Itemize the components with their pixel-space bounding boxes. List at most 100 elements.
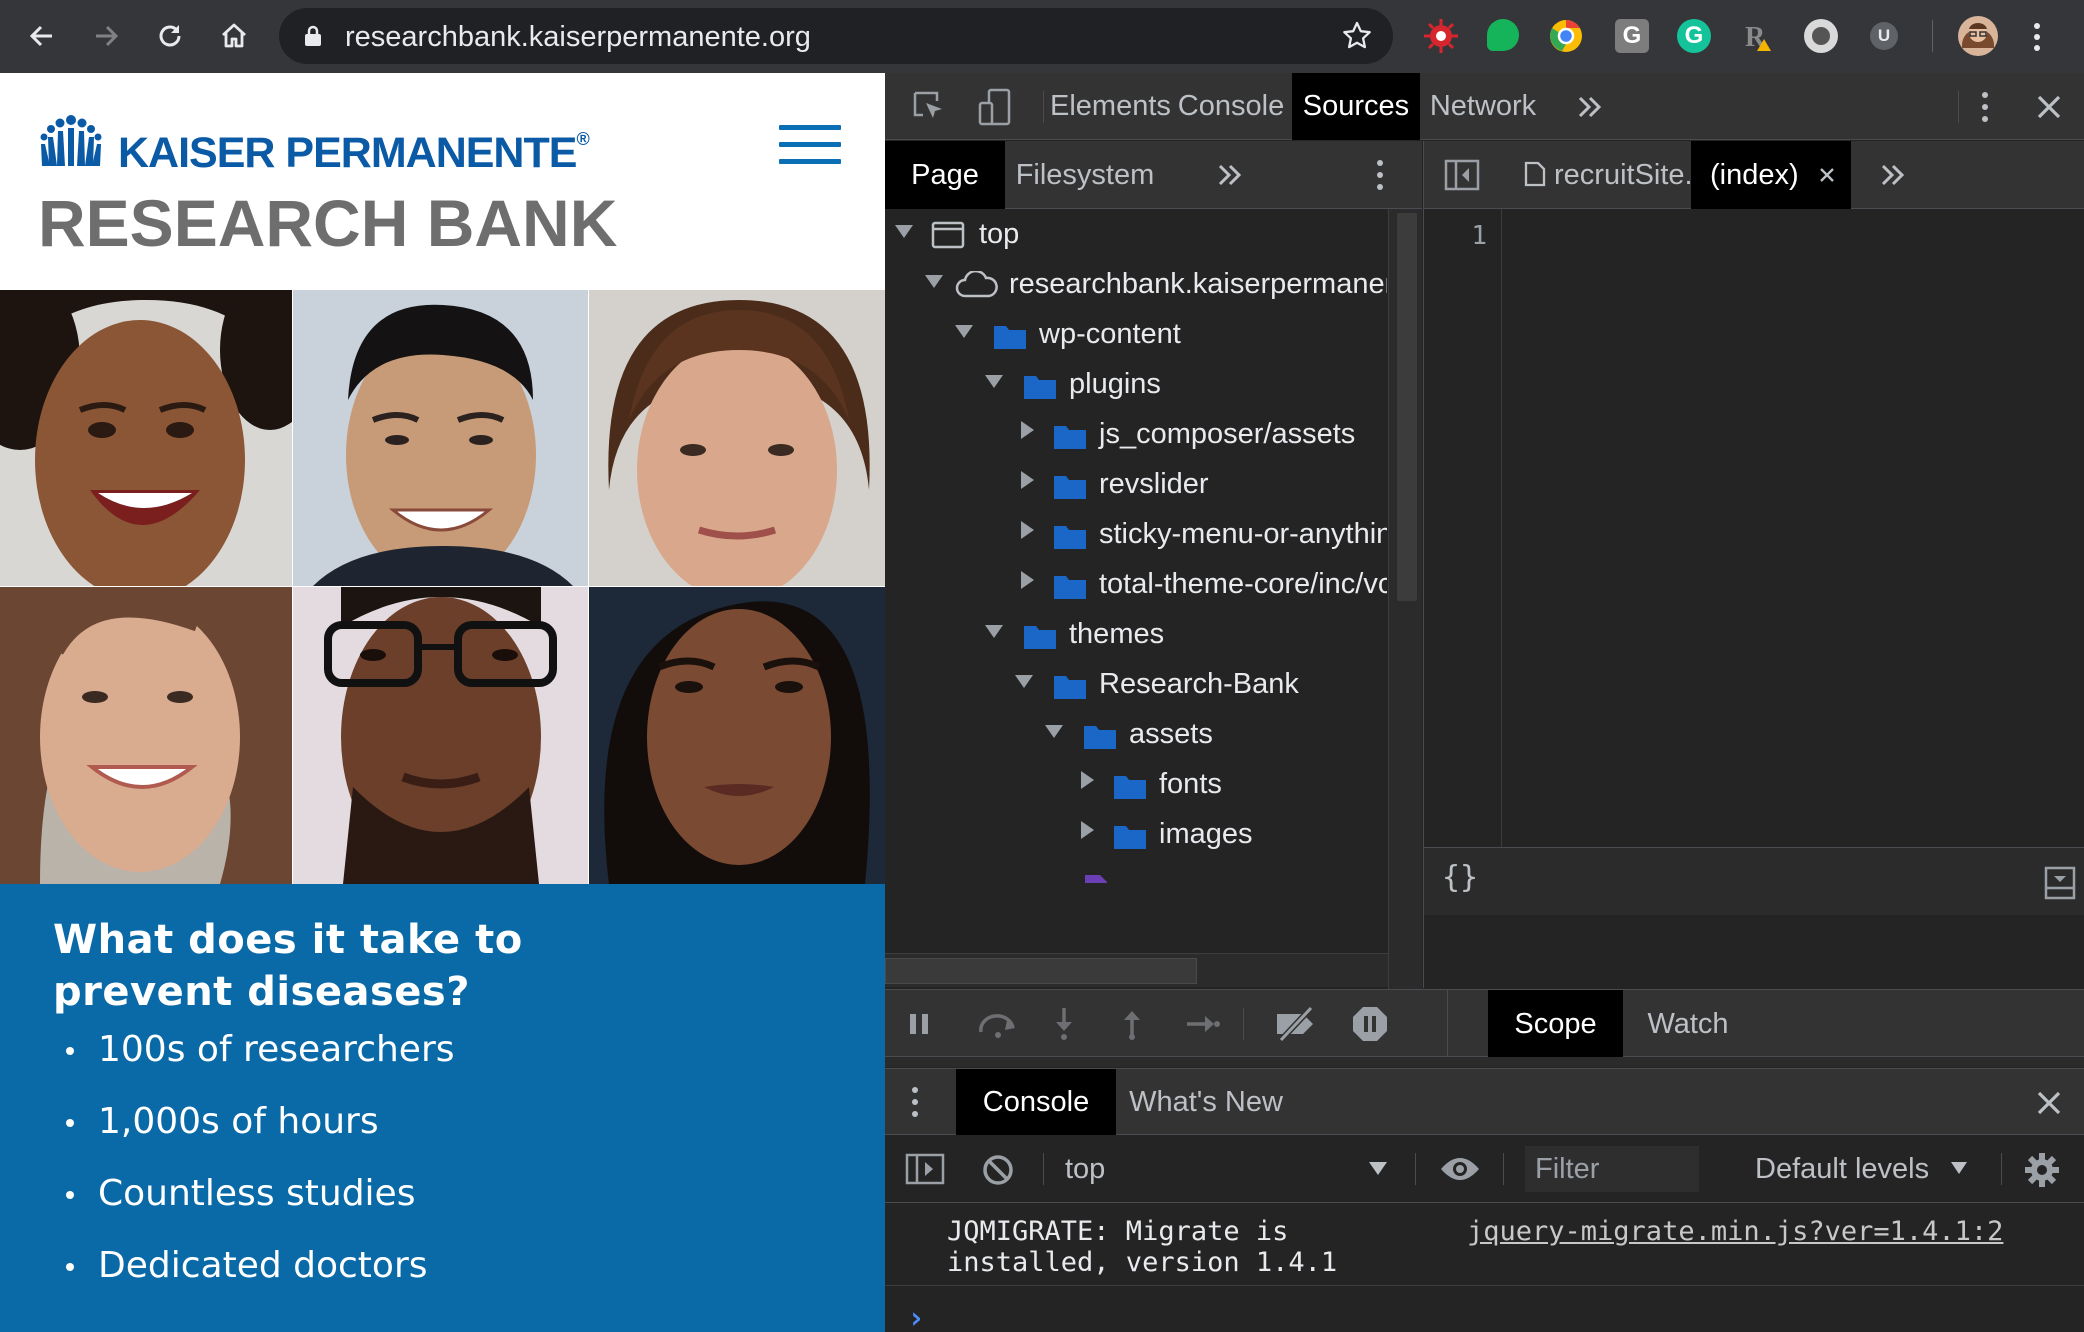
- kaiser-logo-icon[interactable]: [38, 113, 104, 169]
- tab-elements[interactable]: Elements: [1050, 73, 1171, 140]
- tab-filesystem[interactable]: Filesystem: [1005, 141, 1165, 209]
- collapse-arrow-icon[interactable]: [1021, 421, 1034, 439]
- clear-console-icon[interactable]: [981, 1153, 1015, 1187]
- step-icon[interactable]: [1185, 1010, 1221, 1038]
- navigator-menu-icon[interactable]: [1374, 158, 1386, 192]
- collapse-arrow-icon[interactable]: [1021, 471, 1034, 489]
- eye-icon[interactable]: [1439, 1155, 1481, 1183]
- drawer-menu-icon[interactable]: [909, 1085, 921, 1119]
- collapse-arrow-icon[interactable]: [1081, 771, 1094, 789]
- u-extension-icon[interactable]: U: [1870, 22, 1898, 50]
- tree-item-domain[interactable]: researchbank.kaiserpermanente.org: [885, 259, 1387, 309]
- console-message-text: JQMIGRATE: Migrate is installed, version…: [947, 1216, 1338, 1278]
- reload-button[interactable]: [146, 12, 194, 60]
- brand-name[interactable]: KAISER PERMANENTE®: [118, 129, 590, 178]
- toggle-navigator-icon[interactable]: [1444, 159, 1480, 191]
- tree-item-folder[interactable]: assets: [885, 709, 1387, 759]
- ublock-extension-icon[interactable]: [1422, 17, 1460, 55]
- warning-extension-icon[interactable]: R: [1742, 19, 1776, 53]
- console-sidebar-icon[interactable]: [905, 1153, 945, 1185]
- chrome-color-extension-icon[interactable]: [1549, 19, 1583, 53]
- expand-arrow-icon[interactable]: [925, 275, 943, 288]
- log-levels-dropdown[interactable]: Default levels: [1755, 1135, 1929, 1203]
- editor-tab-index[interactable]: (index): [1691, 141, 1851, 209]
- console-filter-input[interactable]: Filter: [1525, 1146, 1699, 1192]
- scrollbar-thumb[interactable]: [885, 958, 1197, 984]
- bookmark-star-icon[interactable]: [1341, 20, 1373, 52]
- tree-item-folder[interactable]: revslider: [885, 459, 1387, 509]
- tree-item-folder[interactable]: images: [885, 809, 1387, 859]
- file-tree-hscrollbar[interactable]: [885, 953, 1388, 987]
- inspect-element-icon[interactable]: [911, 89, 947, 125]
- editor-tab-recruitsite[interactable]: recruitSite.js: [1554, 141, 1714, 209]
- close-tab-icon[interactable]: [1819, 167, 1835, 183]
- dropdown-arrow-icon[interactable]: [1369, 1162, 1387, 1175]
- circle-extension-icon[interactable]: [1804, 19, 1838, 53]
- site-title[interactable]: RESEARCH BANK: [38, 185, 617, 261]
- gear-icon[interactable]: [2023, 1151, 2061, 1189]
- step-into-icon[interactable]: [1051, 1006, 1077, 1042]
- pretty-print-button[interactable]: {}: [1442, 860, 1478, 895]
- drawer-tab-whats-new[interactable]: What's New: [1116, 1069, 1296, 1136]
- expand-arrow-icon[interactable]: [985, 625, 1003, 638]
- tree-item-folder[interactable]: Research-Bank: [885, 659, 1387, 709]
- tree-item-top[interactable]: top: [885, 209, 1387, 259]
- step-out-icon[interactable]: [1119, 1006, 1145, 1042]
- forward-button[interactable]: [82, 12, 130, 60]
- expand-arrow-icon[interactable]: [895, 225, 913, 238]
- step-over-icon[interactable]: [977, 1008, 1021, 1040]
- dropdown-arrow-icon[interactable]: [1951, 1162, 1967, 1174]
- more-tabs-chevron-icon[interactable]: [1880, 163, 1906, 187]
- console-prompt[interactable]: ›: [907, 1301, 925, 1332]
- collapse-arrow-icon[interactable]: [1081, 821, 1094, 839]
- home-button[interactable]: [210, 12, 258, 60]
- tree-label: revslider: [1099, 468, 1209, 500]
- address-bar[interactable]: researchbank.kaiserpermanente.org: [279, 8, 1393, 64]
- grammarly-extension-icon[interactable]: G: [1677, 19, 1711, 53]
- tree-item-file-partial[interactable]: [885, 859, 1387, 883]
- devtools-menu-icon[interactable]: [1979, 90, 1991, 124]
- console-source-link[interactable]: jquery-migrate.min.js?ver=1.4.1:2: [1467, 1216, 2003, 1247]
- profile-avatar[interactable]: [1957, 15, 1999, 57]
- tree-item-folder[interactable]: js_composer/assets: [885, 409, 1387, 459]
- tree-item-folder[interactable]: plugins: [885, 359, 1387, 409]
- pause-on-exceptions-icon[interactable]: [1351, 1005, 1389, 1043]
- tree-item-folder[interactable]: wp-content: [885, 309, 1387, 359]
- pause-icon[interactable]: [907, 1012, 931, 1036]
- collapse-arrow-icon[interactable]: [1021, 571, 1034, 589]
- tree-item-folder[interactable]: total-theme-core/inc/vcex: [885, 559, 1387, 609]
- deactivate-breakpoints-icon[interactable]: [1273, 1006, 1319, 1042]
- hamburger-menu-button[interactable]: [779, 125, 841, 165]
- expand-arrow-icon[interactable]: [985, 375, 1003, 388]
- device-toolbar-icon[interactable]: [977, 87, 1013, 127]
- tab-scope[interactable]: Scope: [1488, 990, 1623, 1058]
- tab-sources[interactable]: Sources: [1292, 73, 1420, 140]
- close-drawer-icon[interactable]: [2035, 1089, 2063, 1117]
- tab-watch[interactable]: Watch: [1623, 990, 1753, 1058]
- url-text[interactable]: researchbank.kaiserpermanente.org: [345, 21, 811, 54]
- context-selector[interactable]: top: [1065, 1135, 1105, 1203]
- drawer-tab-console[interactable]: Console: [956, 1069, 1116, 1136]
- expand-arrow-icon[interactable]: [955, 325, 973, 338]
- expand-arrow-icon[interactable]: [1015, 675, 1033, 688]
- back-button[interactable]: [18, 12, 66, 60]
- tree-item-folder[interactable]: fonts: [885, 759, 1387, 809]
- toolbar-divider: [1243, 1008, 1244, 1040]
- more-tabs-chevron-icon[interactable]: [1217, 163, 1243, 187]
- g-extension-icon[interactable]: G: [1615, 19, 1649, 53]
- scrollbar-thumb[interactable]: [1397, 213, 1417, 601]
- chat-extension-icon[interactable]: [1487, 19, 1519, 51]
- toggle-debugger-icon[interactable]: [2044, 866, 2076, 900]
- tab-console[interactable]: Console: [1170, 73, 1292, 140]
- tab-page[interactable]: Page: [885, 141, 1005, 209]
- more-tabs-chevron-icon[interactable]: [1577, 95, 1603, 119]
- collapse-arrow-icon[interactable]: [1021, 521, 1034, 539]
- close-devtools-icon[interactable]: [2035, 93, 2063, 121]
- file-tree-scrollbar[interactable]: [1388, 209, 1422, 1055]
- expand-arrow-icon[interactable]: [1045, 725, 1063, 738]
- tree-item-folder[interactable]: sticky-menu-or-anything-on-scroll: [885, 509, 1387, 559]
- sources-navigator: Page Filesystem top researchbank.kaiserp…: [885, 141, 1422, 1055]
- tab-network[interactable]: Network: [1420, 73, 1546, 140]
- browser-menu-icon[interactable]: [2030, 20, 2044, 54]
- tree-item-folder[interactable]: themes: [885, 609, 1387, 659]
